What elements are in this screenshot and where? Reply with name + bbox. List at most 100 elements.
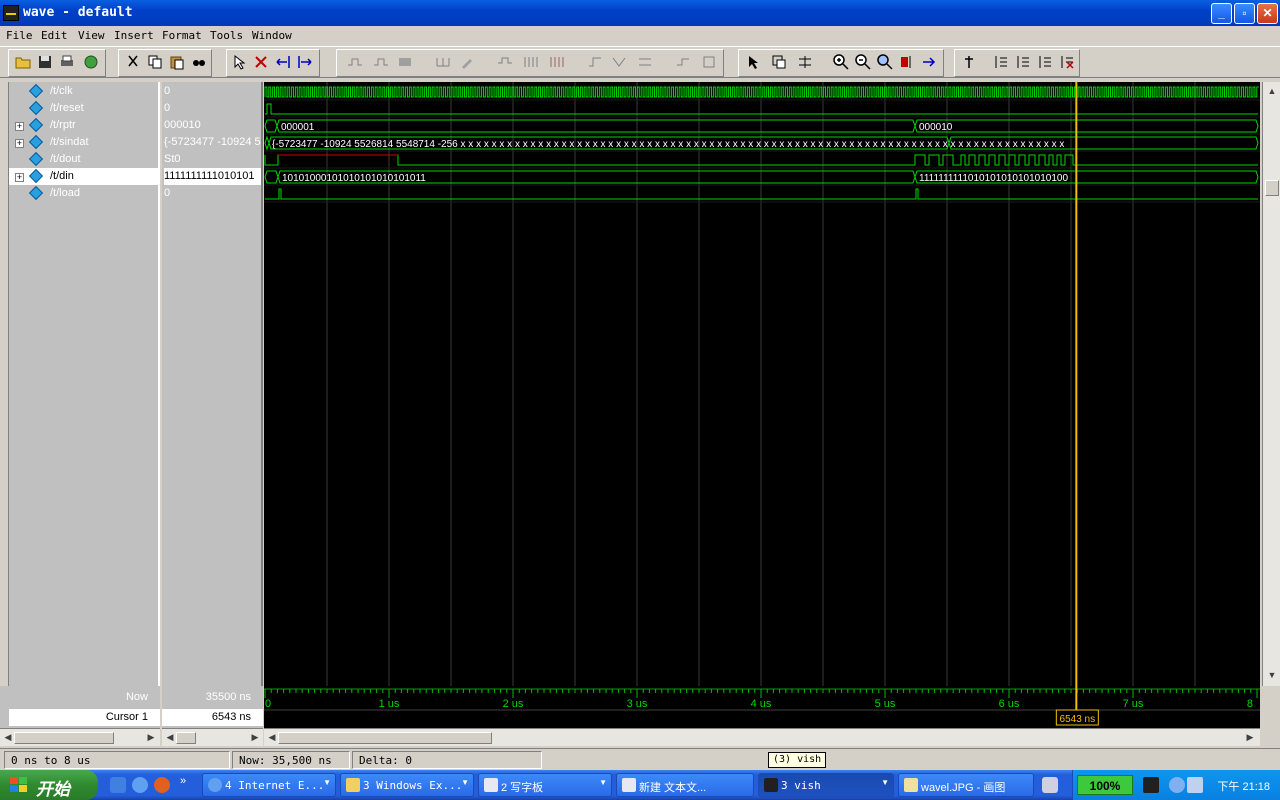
menu-insert[interactable]: Insert xyxy=(114,29,154,42)
values-scroll-left-icon[interactable]: ◀ xyxy=(164,731,176,743)
signal-row[interactable]: /t/clk xyxy=(9,83,160,100)
cursor-next-icon[interactable] xyxy=(1014,53,1032,71)
expand-icon[interactable]: + xyxy=(15,173,24,182)
signal-row[interactable]: /t/reset xyxy=(9,100,160,117)
menu-edit[interactable]: Edit xyxy=(41,29,68,42)
signal-value[interactable]: 000010 xyxy=(164,117,261,134)
values-horizontal-scrollbar[interactable]: ◀ ▶ xyxy=(162,728,263,746)
insert-cursor-icon[interactable] xyxy=(960,53,978,71)
select-pointer-icon[interactable] xyxy=(230,53,248,71)
wave-edit-4-icon[interactable] xyxy=(434,53,452,71)
wave-edit-1-icon[interactable] xyxy=(346,53,364,71)
wave-scroll-thumb[interactable] xyxy=(278,732,492,744)
signal-row[interactable]: + /t/rptr xyxy=(9,117,160,134)
wave-edit-3-icon[interactable] xyxy=(396,53,414,71)
more-quicklaunch-icon[interactable]: » xyxy=(180,775,186,787)
settings-icon[interactable] xyxy=(82,53,100,71)
wave-horizontal-scrollbar[interactable]: ◀ ▶ xyxy=(264,728,1260,746)
wave-edit-5-icon[interactable] xyxy=(458,53,476,71)
cursor-prev-icon[interactable] xyxy=(992,53,1010,71)
tray-back-icon[interactable] xyxy=(1169,777,1185,793)
wave-scroll-left-icon[interactable]: ◀ xyxy=(266,731,278,743)
menu-window[interactable]: Window xyxy=(252,29,292,42)
zoom-mode-icon[interactable] xyxy=(770,53,788,71)
scroll-down-icon[interactable]: ▼ xyxy=(1265,668,1279,682)
cursor-1-value-row[interactable]: 6543 ns xyxy=(162,709,263,726)
pointer-mode-icon[interactable] xyxy=(744,53,762,71)
print-icon[interactable] xyxy=(58,53,76,71)
expand-icon[interactable]: + xyxy=(15,122,24,131)
save-icon[interactable] xyxy=(36,53,54,71)
scroll-up-icon[interactable]: ▲ xyxy=(1265,84,1279,98)
delete-icon[interactable] xyxy=(252,53,270,71)
cut-icon[interactable] xyxy=(124,53,142,71)
timeline-canvas[interactable]: 0 1 us 2 us 3 us 4 us 5 us 6 us 7 us 8 6543 ns xyxy=(264,686,1260,728)
copy-icon[interactable] xyxy=(146,53,164,71)
signal-value[interactable]: St0 xyxy=(164,151,261,168)
signal-value[interactable]: 0 xyxy=(164,185,261,202)
paste-icon[interactable] xyxy=(168,53,186,71)
timeline-ruler[interactable]: 0 1 us 2 us 3 us 4 us 5 us 6 us 7 us 8 6543 ns xyxy=(264,686,1260,728)
signal-row[interactable]: + /t/din xyxy=(9,168,160,185)
wave-edit-10-icon[interactable] xyxy=(610,53,628,71)
maximize-button[interactable]: ▫ xyxy=(1234,3,1255,24)
wave-edit-8-icon[interactable] xyxy=(548,53,566,71)
task-windows-explorer[interactable]: 3 Windows Ex... ▼ xyxy=(340,773,474,797)
ie-quicklaunch-icon[interactable] xyxy=(132,777,148,793)
signal-value[interactable]: 1111111111010101 xyxy=(164,168,261,185)
waveform-pane[interactable]: 000001 000010 {-5723477 -10924 5526814 554… xyxy=(264,82,1260,686)
scroll-right-icon[interactable]: ▶ xyxy=(145,731,157,743)
signal-value[interactable]: 0 xyxy=(164,100,261,117)
keyboard-icon[interactable] xyxy=(1042,777,1058,793)
start-button[interactable]: 开始 xyxy=(0,770,98,800)
browser-quicklaunch-icon[interactable] xyxy=(154,777,170,793)
zoom-out-icon[interactable] xyxy=(854,53,872,71)
find-icon[interactable] xyxy=(190,53,208,71)
wave-edit-6-icon[interactable] xyxy=(496,53,514,71)
tray-app-icon[interactable] xyxy=(1143,777,1159,793)
minimize-button[interactable]: _ xyxy=(1211,3,1232,24)
scroll-left-icon[interactable]: ◀ xyxy=(2,731,14,743)
signal-row[interactable]: /t/dout xyxy=(9,151,160,168)
task-internet-explorer[interactable]: 4 Internet E... ▼ xyxy=(202,773,336,797)
cursor-lock-icon[interactable] xyxy=(1036,53,1054,71)
wave-edit-7-icon[interactable] xyxy=(522,53,540,71)
signal-value[interactable]: 0 xyxy=(164,83,261,100)
signal-row[interactable]: + /t/sindat xyxy=(9,134,160,151)
task-paint[interactable]: wavel.JPG - 画图 xyxy=(898,773,1034,797)
menu-view[interactable]: View xyxy=(78,29,105,42)
signal-value[interactable]: {-5723477 -10924 55 xyxy=(164,134,261,151)
zoom-last-icon[interactable] xyxy=(920,53,938,71)
signal-row[interactable]: /t/load xyxy=(9,185,160,202)
values-scroll-right-icon[interactable]: ▶ xyxy=(249,731,261,743)
zoom-level-badge[interactable]: 100% xyxy=(1077,775,1133,795)
zoom-full-icon[interactable] xyxy=(876,53,894,71)
open-icon[interactable] xyxy=(14,53,32,71)
menu-tools[interactable]: Tools xyxy=(210,29,243,42)
waveform-canvas[interactable]: 000001 000010 {-5723477 -10924 5526814 554… xyxy=(264,82,1260,686)
wave-edit-12-icon[interactable] xyxy=(674,53,692,71)
wave-edit-9-icon[interactable] xyxy=(586,53,604,71)
task-notepad[interactable]: 新建 文本文... xyxy=(616,773,754,797)
insert-right-icon[interactable] xyxy=(296,53,314,71)
menu-file[interactable]: File xyxy=(6,29,33,42)
vertical-scrollbar[interactable]: ▲ ▼ xyxy=(1262,82,1280,686)
task-vish[interactable]: 3 vish ▼ xyxy=(758,773,894,797)
delete-cursor-icon[interactable] xyxy=(1058,53,1076,71)
wave-edit-13-icon[interactable] xyxy=(700,53,718,71)
wave-edit-11-icon[interactable] xyxy=(636,53,654,71)
values-scroll-thumb[interactable] xyxy=(176,732,196,744)
close-button[interactable]: ✕ xyxy=(1257,3,1278,24)
show-desktop-icon[interactable] xyxy=(110,777,126,793)
names-scroll-thumb[interactable] xyxy=(14,732,114,744)
insert-left-icon[interactable] xyxy=(274,53,292,71)
zoom-cursor-icon[interactable] xyxy=(898,53,916,71)
expand-icon[interactable]: + xyxy=(15,139,24,148)
wave-scroll-right-icon[interactable]: ▶ xyxy=(1244,731,1256,743)
zoom-in-icon[interactable] xyxy=(832,53,850,71)
menu-format[interactable]: Format xyxy=(162,29,202,42)
task-wordpad[interactable]: 2 写字板 ▼ xyxy=(478,773,612,797)
cursor-1-row[interactable]: Cursor 1 xyxy=(9,709,160,726)
vertical-scroll-thumb[interactable] xyxy=(1265,180,1279,196)
wave-edit-2-icon[interactable] xyxy=(372,53,390,71)
